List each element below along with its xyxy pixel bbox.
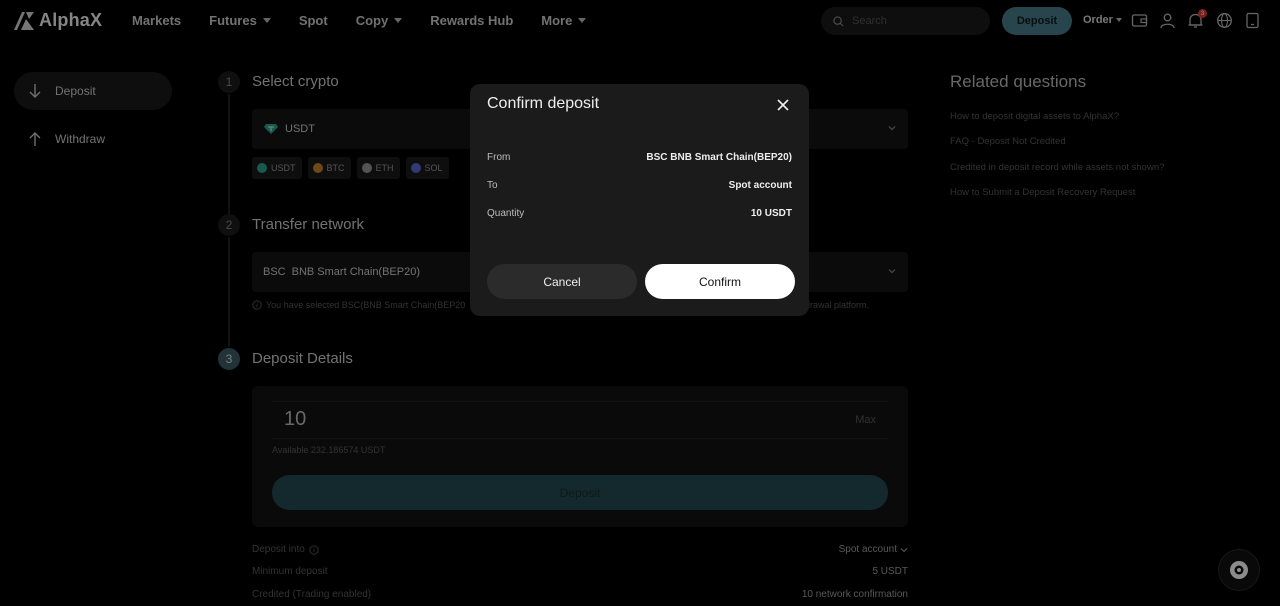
- close-icon[interactable]: [776, 98, 790, 112]
- modal-title: Confirm deposit: [487, 95, 600, 112]
- modal-row-key: Quantity: [487, 208, 525, 219]
- modal-row-value: 10 USDT: [750, 208, 792, 219]
- confirm-deposit-modal: Confirm deposit From BSC BNB Smart Chain…: [470, 84, 809, 316]
- modal-row-key: To: [487, 180, 498, 191]
- confirm-button[interactable]: Confirm: [645, 264, 795, 299]
- modal-row-value: BSC BNB Smart Chain(BEP20): [646, 152, 792, 163]
- cancel-button[interactable]: Cancel: [487, 264, 637, 299]
- modal-row-quantity: Quantity 10 USDT: [487, 208, 792, 219]
- modal-row-from: From BSC BNB Smart Chain(BEP20): [487, 152, 792, 163]
- modal-row-to: To Spot account: [487, 180, 792, 191]
- modal-row-key: From: [487, 152, 511, 163]
- modal-row-value: Spot account: [728, 180, 792, 191]
